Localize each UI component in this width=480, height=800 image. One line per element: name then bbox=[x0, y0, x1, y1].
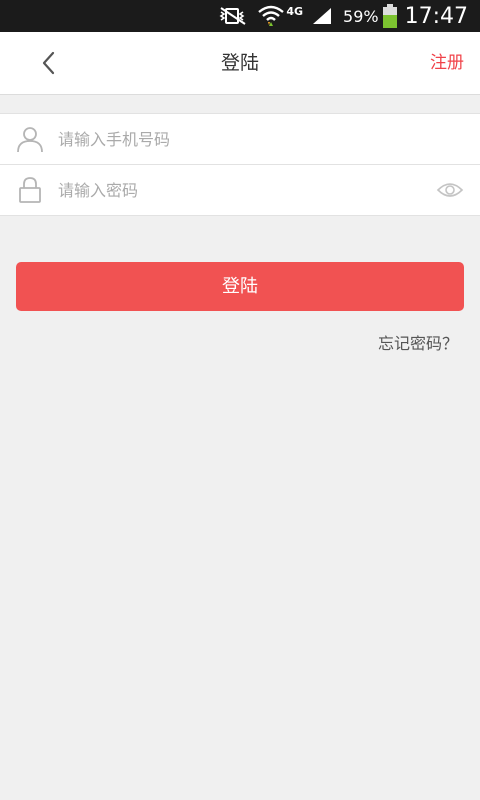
battery-percent: 59% bbox=[343, 6, 379, 26]
forgot-password-link[interactable]: 忘记密码？ bbox=[378, 330, 458, 354]
wifi-icon bbox=[258, 5, 285, 27]
password-row bbox=[0, 164, 480, 215]
phone-row bbox=[0, 114, 480, 164]
chevron-left-icon bbox=[42, 51, 55, 75]
signal-icon bbox=[311, 6, 333, 26]
lock-icon bbox=[19, 177, 41, 203]
register-link[interactable]: 注册 bbox=[430, 32, 464, 94]
app-header: 登陆 注册 bbox=[0, 32, 480, 95]
login-form bbox=[0, 113, 480, 216]
status-bar: 4G 59% 17:47 bbox=[0, 0, 480, 32]
eye-icon[interactable] bbox=[436, 177, 464, 203]
phone-input[interactable] bbox=[58, 114, 418, 164]
password-input[interactable] bbox=[58, 165, 418, 215]
login-button[interactable]: 登陆 bbox=[16, 262, 464, 311]
battery-icon bbox=[382, 4, 397, 28]
network-type-label: 4G bbox=[286, 4, 304, 18]
user-icon bbox=[17, 127, 43, 153]
clock: 17:47 bbox=[404, 3, 468, 29]
page-title: 登陆 bbox=[220, 52, 259, 74]
back-button[interactable] bbox=[34, 48, 64, 78]
vibrate-off-icon bbox=[218, 6, 248, 26]
